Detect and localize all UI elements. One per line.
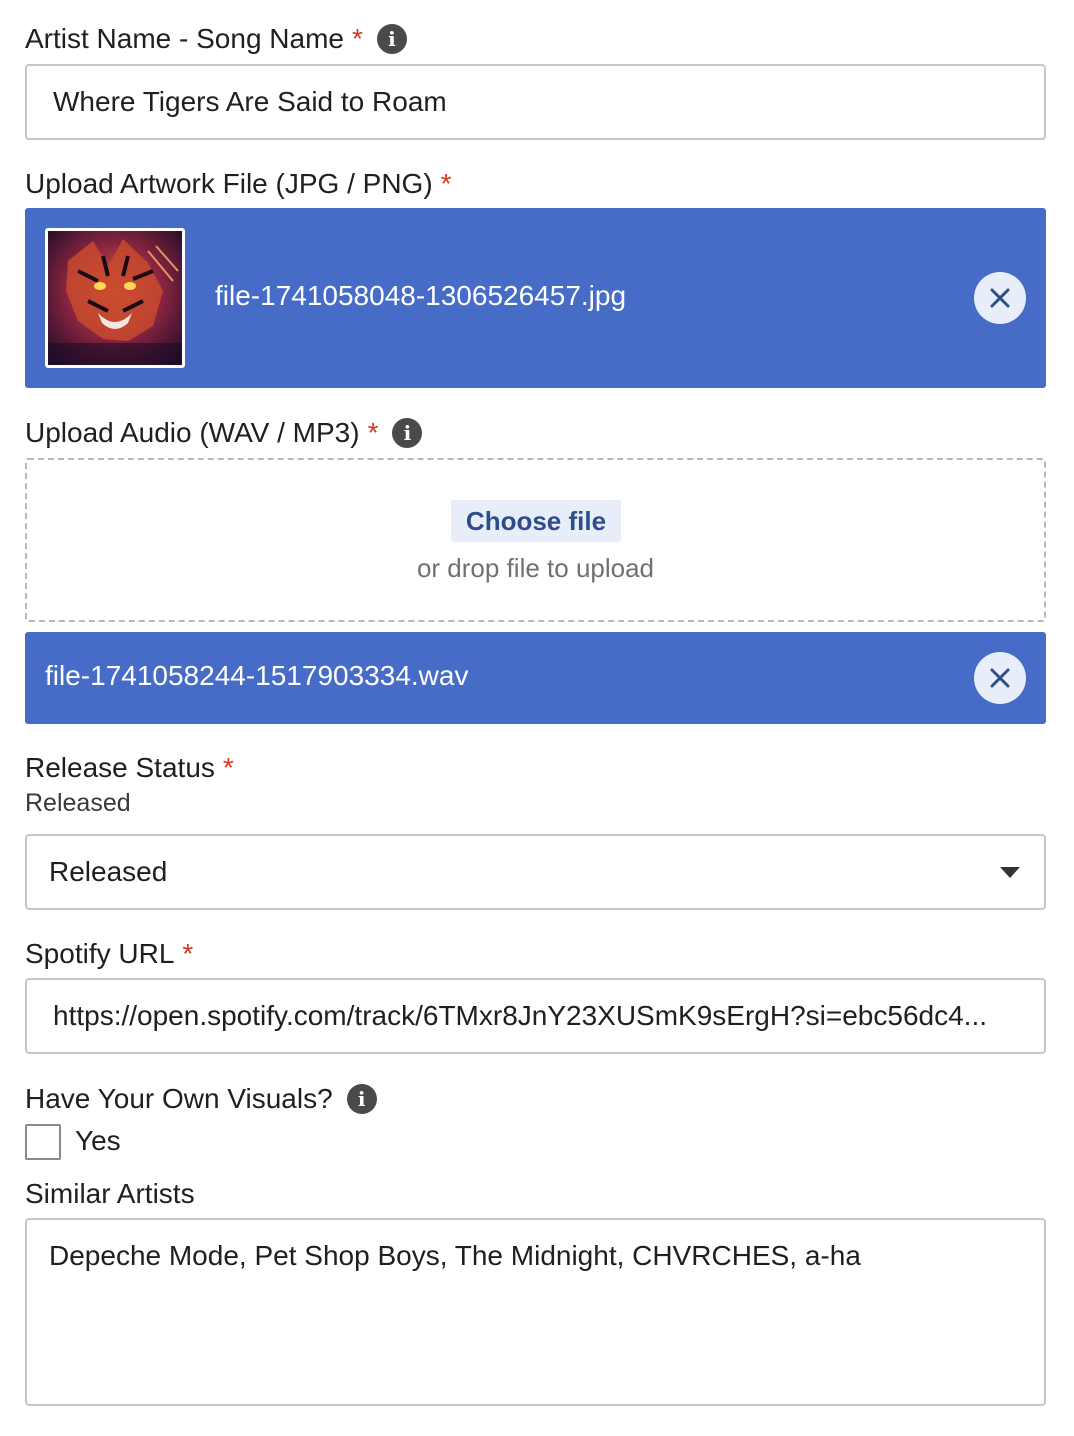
visuals-yes-label[interactable]: Yes bbox=[75, 1125, 121, 1157]
visuals-label-text: Have Your Own Visuals? bbox=[25, 1083, 333, 1114]
required-marker: * bbox=[352, 23, 363, 54]
artwork-label-text: Upload Artwork File (JPG / PNG) bbox=[25, 168, 433, 199]
audio-file-name: file-1741058244-1517903334.wav bbox=[45, 660, 469, 691]
similar-artists-label: Similar Artists bbox=[25, 1175, 195, 1213]
required-marker: * bbox=[222, 752, 234, 783]
close-icon bbox=[990, 668, 1010, 688]
spotify-url-input[interactable]: https://open.spotify.com/track/6TMxr8JnY… bbox=[25, 978, 1046, 1054]
spotify-url-value: https://open.spotify.com/track/6TMxr8JnY… bbox=[53, 1000, 988, 1031]
required-marker: * bbox=[440, 168, 452, 199]
artwork-thumbnail bbox=[45, 228, 185, 368]
choose-file-button[interactable]: Choose file bbox=[451, 500, 621, 542]
audio-label: Upload Audio (WAV / MP3) * i bbox=[25, 414, 423, 452]
artwork-file-item: file-1741058048-1306526457.jpg bbox=[25, 208, 1046, 388]
audio-label-text: Upload Audio (WAV / MP3) bbox=[25, 417, 360, 448]
info-icon[interactable]: i bbox=[392, 418, 423, 448]
tiger-artwork-image bbox=[48, 231, 182, 365]
close-icon bbox=[990, 288, 1010, 308]
artist-song-label: Artist Name - Song Name * i bbox=[25, 20, 407, 58]
drop-file-hint: or drop file to upload bbox=[416, 553, 655, 583]
release-status-label: Release Status * bbox=[25, 749, 234, 787]
remove-audio-button[interactable] bbox=[974, 652, 1026, 704]
artwork-file-name: file-1741058048-1306526457.jpg bbox=[215, 280, 627, 311]
remove-artwork-button[interactable] bbox=[974, 272, 1026, 324]
similar-artists-textarea[interactable]: Depeche Mode, Pet Shop Boys, The Midnigh… bbox=[25, 1218, 1046, 1406]
artist-song-value: Where Tigers Are Said to Roam bbox=[53, 86, 447, 117]
visuals-yes-checkbox[interactable] bbox=[25, 1124, 61, 1160]
artwork-label: Upload Artwork File (JPG / PNG) * bbox=[25, 165, 452, 203]
similar-artists-value: Depeche Mode, Pet Shop Boys, The Midnigh… bbox=[49, 1240, 861, 1271]
release-status-select[interactable]: Released bbox=[25, 834, 1046, 910]
info-icon[interactable]: i bbox=[376, 24, 407, 54]
info-icon[interactable]: i bbox=[346, 1084, 377, 1114]
artist-song-input[interactable]: Where Tigers Are Said to Roam bbox=[25, 64, 1046, 140]
visuals-label: Have Your Own Visuals? i bbox=[25, 1080, 377, 1118]
spotify-url-label: Spotify URL * bbox=[25, 935, 193, 973]
required-marker: * bbox=[182, 938, 194, 969]
required-marker: * bbox=[367, 417, 379, 448]
similar-artists-label-text: Similar Artists bbox=[25, 1178, 195, 1209]
caret-down-icon bbox=[1000, 867, 1020, 878]
release-status-label-text: Release Status bbox=[25, 752, 215, 783]
audio-file-item: file-1741058244-1517903334.wav bbox=[25, 632, 1046, 724]
release-status-current: Released bbox=[25, 789, 131, 817]
artist-song-label-text: Artist Name - Song Name bbox=[25, 23, 344, 54]
release-status-selected-value: Released bbox=[49, 856, 168, 887]
spotify-url-label-text: Spotify URL bbox=[25, 938, 175, 969]
